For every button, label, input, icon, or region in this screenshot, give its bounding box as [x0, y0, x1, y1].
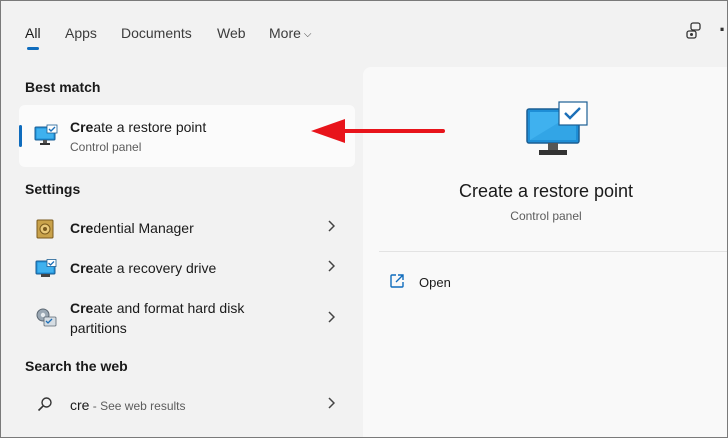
chevron-right-icon — [327, 310, 336, 326]
credential-manager-label: Credential Manager — [70, 218, 194, 238]
best-match-title-rest: ate a restore point — [93, 119, 207, 135]
settings-item-credential-manager[interactable]: Credential Manager — [19, 213, 355, 245]
search-web-header: Search the web — [25, 358, 128, 374]
account-switch-icon[interactable] — [685, 21, 703, 46]
format-partitions-label: Create and format hard disk partitions — [70, 298, 244, 338]
more-options-icon[interactable]: · — [719, 17, 726, 43]
chevron-right-icon — [327, 259, 336, 275]
search-window: All Apps Documents Web More ⌵ · Best matc… — [0, 0, 728, 438]
format-partitions-rest: ate and format hard disk — [93, 300, 245, 316]
format-partitions-line2: partitions — [70, 320, 127, 336]
recovery-drive-rest: ate a recovery drive — [93, 260, 217, 276]
settings-item-format-partitions[interactable]: Create and format hard disk partitions — [19, 293, 355, 341]
annotation-arrow — [311, 119, 445, 143]
chevron-down-icon: ⌵ — [303, 29, 312, 40]
detail-subtitle: Control panel — [510, 209, 582, 223]
filter-tabs: All Apps Documents Web More ⌵ · — [1, 1, 727, 61]
web-result-label: cre - See web results — [70, 395, 186, 416]
search-icon — [37, 396, 53, 417]
recovery-drive-highlight: Cre — [70, 260, 94, 276]
recovery-drive-icon — [35, 259, 57, 284]
tab-more[interactable]: More ⌵ — [269, 25, 312, 41]
tab-all[interactable]: All — [25, 25, 41, 41]
web-query: cre — [70, 397, 90, 413]
credential-manager-rest: dential Manager — [93, 220, 194, 236]
detail-title: Create a restore point — [458, 181, 634, 201]
credential-manager-highlight: Cre — [70, 220, 94, 236]
open-external-icon — [389, 273, 405, 294]
recovery-drive-label: Create a recovery drive — [70, 258, 216, 278]
tab-apps[interactable]: Apps — [65, 25, 97, 41]
format-partitions-highlight: Cre — [70, 300, 94, 316]
chevron-right-icon — [327, 219, 336, 235]
divider — [379, 251, 727, 252]
best-match-title-highlight: Cre — [70, 119, 94, 135]
best-match-header: Best match — [25, 79, 101, 95]
best-match-item[interactable]: Create a restore point Control panel — [19, 105, 355, 167]
web-result-suffix: - See web results — [89, 399, 186, 413]
active-tab-indicator — [27, 47, 39, 50]
settings-item-recovery-drive[interactable]: Create a recovery drive — [19, 253, 355, 285]
credential-manager-icon — [35, 219, 55, 244]
disk-management-icon — [35, 307, 57, 332]
open-label: Open — [419, 275, 451, 290]
restore-point-icon — [34, 124, 58, 151]
selection-indicator — [19, 125, 22, 147]
restore-point-large-icon — [525, 101, 591, 164]
web-result-item[interactable]: cre - See web results — [19, 389, 355, 421]
chevron-right-icon — [327, 396, 336, 412]
tab-documents[interactable]: Documents — [121, 25, 192, 41]
best-match-subtitle: Control panel — [70, 140, 142, 154]
tab-more-label: More — [269, 25, 301, 41]
best-match-title: Create a restore point — [70, 119, 206, 135]
tab-web[interactable]: Web — [217, 25, 246, 41]
settings-header: Settings — [25, 181, 81, 197]
